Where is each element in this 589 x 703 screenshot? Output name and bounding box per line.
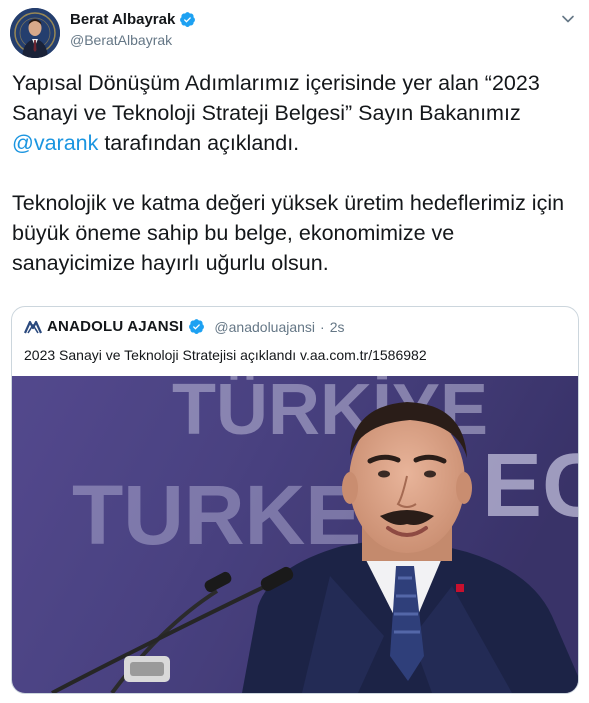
tweet-text-part: Yapısal Dönüşüm Adımlarımız içerisinde y… (12, 71, 540, 125)
anadolu-logo-icon (23, 320, 43, 334)
avatar-image (10, 8, 60, 58)
tweet-paragraph-1: Yapısal Dönüşüm Adımlarımız içerisinde y… (12, 68, 572, 158)
mention-link[interactable]: @varank (12, 131, 98, 155)
quoted-timestamp[interactable]: 2s (330, 319, 345, 335)
quoted-tweet-header: ANADOLU AJANSI @anadoluajansi · 2s (23, 318, 345, 335)
author-name[interactable]: Berat Albayrak (70, 11, 175, 28)
author-name-row[interactable]: Berat Albayrak (70, 11, 196, 28)
tweet-paragraph-2: Teknolojik ve katma değeri yüksek üretim… (12, 191, 565, 275)
quoted-author-handle[interactable]: @anadoluajansi (214, 319, 315, 335)
author-avatar[interactable] (10, 8, 60, 58)
author-handle[interactable]: @BeratAlbayrak (70, 32, 172, 48)
quoted-author-name[interactable]: ANADOLU AJANSI (47, 318, 183, 335)
verified-badge-icon (179, 11, 196, 28)
tweet-text-part: tarafından açıklandı. (98, 131, 300, 155)
separator-dot: · (320, 318, 325, 335)
tweet-text: Yapısal Dönüşüm Adımlarımız içerisinde y… (12, 68, 572, 278)
quoted-tweet-text: 2023 Sanayi ve Teknoloji Stratejisi açık… (24, 347, 427, 363)
more-options-button[interactable] (557, 10, 579, 32)
backdrop-text-line3: EC (482, 436, 578, 536)
quoted-tweet-card[interactable]: ANADOLU AJANSI @anadoluajansi · 2s 2023 … (11, 306, 579, 694)
chevron-down-icon (561, 12, 575, 31)
verified-badge-icon (188, 318, 205, 335)
quoted-tweet-image[interactable]: TÜRKİYE TURKEY- EC 04 (12, 376, 578, 693)
